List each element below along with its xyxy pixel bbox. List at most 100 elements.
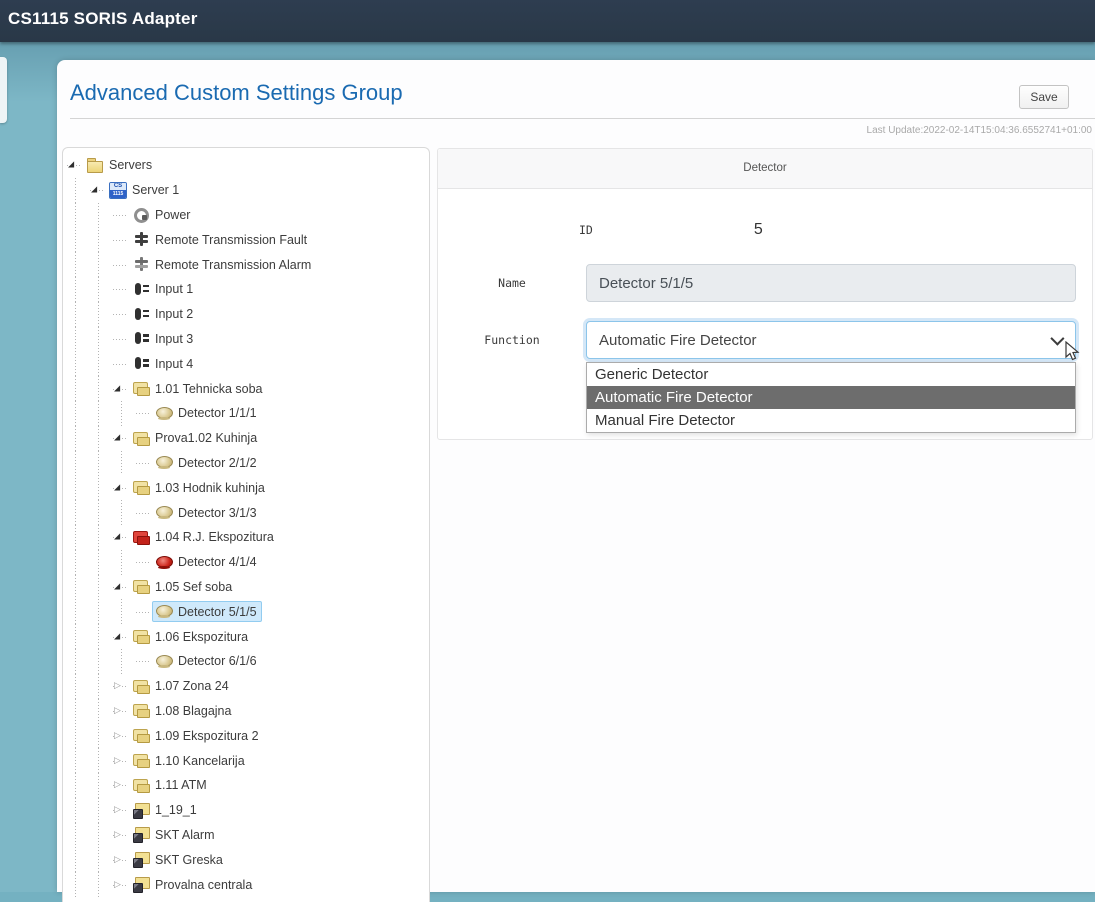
tree-item-content[interactable]: Remote Transmission Fault [129, 229, 312, 250]
dropdown-option[interactable]: Manual Fire Detector [587, 409, 1075, 432]
tree-item-content[interactable]: SKT Greska [129, 849, 228, 870]
tree-item-content[interactable]: Remote Transmission Alarm [129, 254, 316, 275]
expander-icon[interactable] [113, 376, 129, 401]
tree-item-label: 1.06 Ekspozitura [155, 630, 248, 644]
expander-icon[interactable] [90, 178, 106, 203]
expander-icon[interactable] [113, 823, 129, 848]
tree-item-content[interactable]: 1.04 R.J. Ekspozitura [129, 527, 279, 548]
tree-item[interactable]: Power [63, 203, 429, 228]
expander-icon[interactable] [113, 426, 129, 451]
tree-item[interactable]: Input 1 [63, 277, 429, 302]
tree-item-content[interactable]: Prova1.02 Kuhinja [129, 428, 262, 449]
tree-item-content[interactable]: 1.03 Hodnik kuhinja [129, 477, 270, 498]
tree-item[interactable]: Servers [63, 153, 429, 178]
tree-item[interactable]: Remote Transmission Alarm [63, 252, 429, 277]
tree-item-content[interactable]: Detector 3/1/3 [152, 502, 262, 523]
tree-item[interactable]: Prova1.02 Kuhinja [63, 426, 429, 451]
tree-item-content[interactable]: Input 4 [129, 353, 198, 374]
tree-item-content[interactable]: Detector 6/1/6 [152, 651, 262, 672]
tree-item-content[interactable]: Detector 2/1/2 [152, 452, 262, 473]
expander-icon[interactable] [113, 798, 129, 823]
tree-item-selected[interactable]: Detector 5/1/5 [152, 601, 262, 622]
zone-alarm-icon [132, 529, 150, 546]
tree-item-content[interactable]: 1.07 Zona 24 [129, 676, 234, 697]
tree-item[interactable]: 1_19_1 [63, 798, 429, 823]
expander-icon[interactable] [113, 872, 129, 897]
expander-icon[interactable] [113, 525, 129, 550]
tree-item[interactable]: 1.06 Ekspozitura [63, 624, 429, 649]
function-select[interactable]: Automatic Fire Detector [586, 321, 1076, 359]
app-title: CS1115 SORIS Adapter [8, 9, 198, 29]
expander-icon[interactable] [113, 475, 129, 500]
expander-icon[interactable] [113, 847, 129, 872]
dropdown-option[interactable]: Automatic Fire Detector [587, 386, 1075, 409]
tree-item[interactable]: CS1115Server 1 [63, 178, 429, 203]
tree-item[interactable]: Detector 2/1/2 [63, 451, 429, 476]
tree-item[interactable]: 1.10 Kancelarija [63, 748, 429, 773]
tree-item[interactable]: 1.09 Ekspozitura 2 [63, 723, 429, 748]
tree-connector [113, 252, 129, 277]
expander-icon[interactable] [113, 699, 129, 724]
input-icon [132, 355, 150, 372]
tree-item-content[interactable]: 1.01 Tehnicka soba [129, 378, 268, 399]
tree-connector [113, 203, 129, 228]
expander-icon[interactable] [113, 624, 129, 649]
tree-item-content[interactable]: 1.06 Ekspozitura [129, 626, 253, 647]
tree-item-content[interactable]: 1.10 Kancelarija [129, 750, 250, 771]
expander-icon[interactable] [113, 723, 129, 748]
expander-icon[interactable] [113, 674, 129, 699]
tree-item[interactable]: Detector 5/1/5 [63, 599, 429, 624]
tree-item-content[interactable]: Servers [83, 155, 157, 176]
tree-item[interactable]: Detector 6/1/6 [63, 649, 429, 674]
name-field[interactable] [586, 264, 1076, 302]
tree-item-content[interactable]: 1.08 Blagajna [129, 700, 236, 721]
tree-item-content[interactable]: SKT Alarm [129, 824, 220, 845]
tree-item[interactable]: Remote Transmission Fault [63, 227, 429, 252]
tree-item[interactable]: Detector 3/1/3 [63, 500, 429, 525]
tree-item-content[interactable]: CS1115Server 1 [106, 180, 184, 201]
tree-guide-line [90, 847, 113, 872]
tree-item-content[interactable]: Input 2 [129, 304, 198, 325]
expander-icon[interactable] [67, 153, 83, 178]
save-button[interactable]: Save [1019, 85, 1069, 109]
tree-item[interactable]: Provalna centrala [63, 872, 429, 897]
tree-item[interactable]: 1.04 R.J. Ekspozitura [63, 525, 429, 550]
tree-item[interactable]: SKT Alarm [63, 823, 429, 848]
zone-icon [132, 702, 150, 719]
tree-item-content[interactable]: Detector 1/1/1 [152, 403, 262, 424]
tree-item-content[interactable]: Detector 4/1/4 [152, 552, 262, 573]
tree-item-content[interactable]: 1.05 Sef soba [129, 576, 237, 597]
expander-icon[interactable] [113, 773, 129, 798]
tree-item-content[interactable]: Input 1 [129, 279, 198, 300]
tree-item[interactable]: SKT Greska [63, 847, 429, 872]
app-header: CS1115 SORIS Adapter [0, 0, 1095, 42]
expander-icon[interactable] [113, 575, 129, 600]
detector-icon [155, 504, 173, 521]
tree-item[interactable]: 1.07 Zona 24 [63, 674, 429, 699]
tree-item-content[interactable]: Input 3 [129, 328, 198, 349]
tree-item[interactable]: Detector 1/1/1 [63, 401, 429, 426]
tree-item-content[interactable]: 1.11 ATM [129, 775, 212, 796]
tree-item-content[interactable]: 1_19_1 [129, 800, 202, 821]
dropdown-option[interactable]: Generic Detector [587, 363, 1075, 386]
expander-icon[interactable] [113, 748, 129, 773]
tree-item[interactable]: 1.08 Blagajna [63, 699, 429, 724]
tree-item[interactable]: Input 3 [63, 327, 429, 352]
tree-item-label: 1.03 Hodnik kuhinja [155, 481, 265, 495]
tree-item[interactable]: 1.11 ATM [63, 773, 429, 798]
tree-item[interactable]: 1.01 Tehnicka soba [63, 376, 429, 401]
tree-item[interactable]: 1.05 Sef soba [63, 575, 429, 600]
tree-item[interactable]: Input 2 [63, 302, 429, 327]
tree-item[interactable]: 1.03 Hodnik kuhinja [63, 475, 429, 500]
panel-icon [132, 876, 150, 893]
tree-guide-line [90, 599, 113, 624]
tree-guide-line [67, 500, 90, 525]
tree-item-label: Server 1 [132, 183, 179, 197]
tree-item[interactable]: Input 4 [63, 351, 429, 376]
tree-item-content[interactable]: 1.09 Ekspozitura 2 [129, 725, 264, 746]
tree-item-label: Detector 4/1/4 [178, 555, 257, 569]
tree-item-content[interactable]: Power [129, 204, 195, 225]
tree-item-label: Detector 3/1/3 [178, 506, 257, 520]
tree-guide-line [67, 674, 90, 699]
tree-item[interactable]: Detector 4/1/4 [63, 550, 429, 575]
